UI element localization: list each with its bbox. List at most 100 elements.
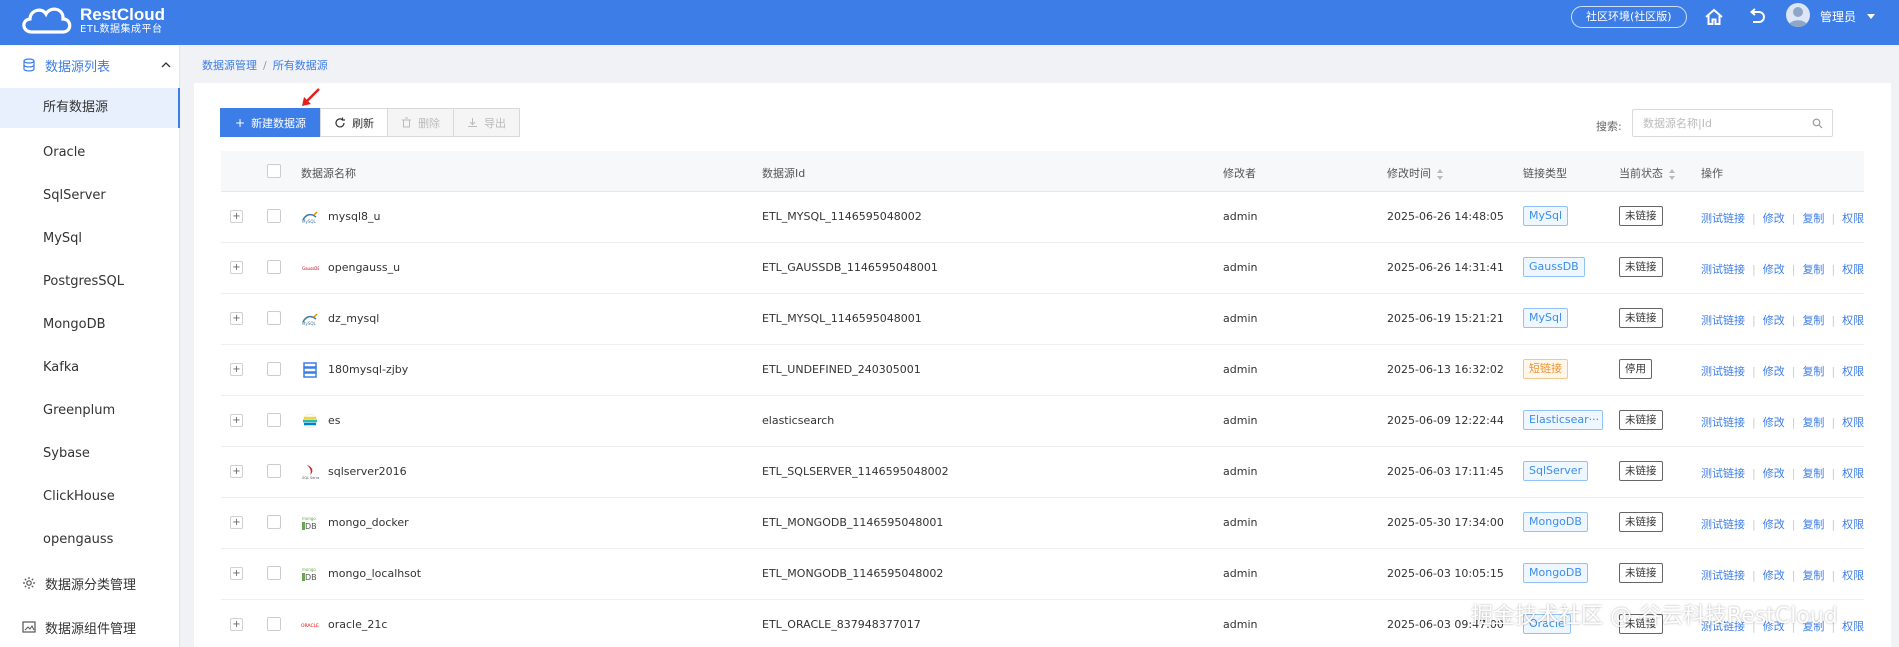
app-logo[interactable]: RestCloud ETL数据集成平台 [18,2,165,38]
permission-link[interactable]: 权限 [1842,365,1864,378]
datasource-name[interactable]: es [328,414,341,427]
edit-link[interactable]: 修改 [1763,314,1785,327]
test-connection-link[interactable]: 测试链接 [1701,518,1745,531]
delete-button[interactable]: 删除 [387,108,455,137]
permission-link[interactable]: 权限 [1842,416,1864,429]
breadcrumb-current[interactable]: 所有数据源 [273,59,328,72]
expand-row-button[interactable]: + [230,414,243,427]
row-checkbox[interactable] [267,617,281,631]
sidebar-item-sqlserver[interactable]: SqlServer [0,176,180,216]
expand-row-button[interactable]: + [230,312,243,325]
row-checkbox[interactable] [267,311,281,325]
table-row[interactable]: + mongo DB mongo_localhsot ETL_MONGODB_11465… [221,549,1864,600]
test-connection-link[interactable]: 测试链接 [1701,416,1745,429]
env-button[interactable]: 社区环境(社区版) [1571,6,1687,28]
test-connection-link[interactable]: 测试链接 [1701,212,1745,225]
expand-row-button[interactable]: + [230,465,243,478]
test-connection-link[interactable]: 测试链接 [1701,365,1745,378]
header-status-cell[interactable]: 当前状态 [1619,165,1676,181]
table-row[interactable]: + GaussDB opengauss_u ETL_GAUSSDB_114659504… [221,243,1864,294]
edit-link[interactable]: 修改 [1763,467,1785,480]
table-row[interactable]: + SQL Server sqlserver2016 ETL_SQLSERVER_11… [221,447,1864,498]
edit-link[interactable]: 修改 [1763,416,1785,429]
test-connection-link[interactable]: 测试链接 [1701,467,1745,480]
permission-link[interactable]: 权限 [1842,467,1864,480]
datasource-name[interactable]: sqlserver2016 [328,465,407,478]
expand-row-button[interactable]: + [230,363,243,376]
datasource-name[interactable]: dz_mysql [328,312,379,325]
sidebar-group-datasource-list[interactable]: 数据源列表 [0,45,180,85]
sort-icon[interactable] [1669,168,1676,180]
header-time-cell[interactable]: 修改时间 [1387,165,1444,181]
sort-icon[interactable] [1437,168,1444,180]
copy-link[interactable]: 复制 [1802,212,1824,225]
table-row[interactable]: + es elasticsearch admin 2025-06-09 12:22:44… [221,396,1864,447]
search-input[interactable] [1633,110,1803,136]
datasource-name[interactable]: mongo_localhsot [328,567,421,580]
expand-row-button[interactable]: + [230,567,243,580]
row-checkbox[interactable] [267,515,281,529]
sidebar-item-greenplum[interactable]: Greenplum [0,391,180,431]
sidebar-item-opengauss[interactable]: opengauss [0,520,180,560]
back-icon[interactable] [1745,6,1767,28]
copy-link[interactable]: 复制 [1802,569,1824,582]
sidebar-group-component[interactable]: 数据源组件管理 [0,607,180,647]
sidebar-item-postgres[interactable]: PostgresSQL [0,262,180,302]
edit-link[interactable]: 修改 [1763,365,1785,378]
copy-link[interactable]: 复制 [1802,314,1824,327]
sidebar-group-category[interactable]: 数据源分类管理 [0,563,180,603]
permission-link[interactable]: 权限 [1842,620,1864,633]
copy-link[interactable]: 复制 [1802,416,1824,429]
sidebar-item-all[interactable]: 所有数据源 [0,88,180,128]
table-row[interactable]: + MySQL mysql8_u ETL_MYSQL_1146595048002 adm… [221,192,1864,243]
permission-link[interactable]: 权限 [1842,263,1864,276]
table-row[interactable]: +180mysql-zjby ETL_UNDEFINED_240305001 adm… [221,345,1864,396]
user-name[interactable]: 管理员 [1820,8,1856,25]
row-checkbox[interactable] [267,464,281,478]
row-checkbox[interactable] [267,566,281,580]
datasource-name[interactable]: mysql8_u [328,210,380,223]
copy-link[interactable]: 复制 [1802,518,1824,531]
edit-link[interactable]: 修改 [1763,569,1785,582]
test-connection-link[interactable]: 测试链接 [1701,314,1745,327]
permission-link[interactable]: 权限 [1842,569,1864,582]
refresh-button[interactable]: 刷新 [320,108,389,137]
edit-link[interactable]: 修改 [1763,263,1785,276]
new-datasource-button[interactable]: + 新建数据源 [220,108,322,137]
table-row[interactable]: + mongo DB mongo_docker ETL_MONGODB_11465950… [221,498,1864,549]
copy-link[interactable]: 复制 [1802,263,1824,276]
edit-link[interactable]: 修改 [1763,212,1785,225]
row-checkbox[interactable] [267,209,281,223]
expand-row-button[interactable]: + [230,210,243,223]
row-checkbox[interactable] [267,413,281,427]
test-connection-link[interactable]: 测试链接 [1701,569,1745,582]
avatar[interactable] [1786,3,1810,27]
home-icon[interactable] [1703,6,1725,28]
search-icon[interactable] [1812,118,1823,129]
expand-row-button[interactable]: + [230,261,243,274]
permission-link[interactable]: 权限 [1842,212,1864,225]
copy-link[interactable]: 复制 [1802,365,1824,378]
export-button[interactable]: 导出 [453,108,521,137]
select-all-checkbox[interactable] [267,164,281,178]
chevron-down-icon[interactable] [1867,14,1875,19]
sidebar-item-mysql[interactable]: MySql [0,219,180,259]
datasource-name[interactable]: 180mysql-zjby [328,363,408,376]
table-row[interactable]: + MySQL dz_mysql ETL_MYSQL_1146595048001 adm… [221,294,1864,345]
breadcrumb-root[interactable]: 数据源管理 [202,59,257,72]
expand-row-button[interactable]: + [230,618,243,631]
sidebar-item-kafka[interactable]: Kafka [0,348,180,388]
sidebar-item-sybase[interactable]: Sybase [0,434,180,474]
permission-link[interactable]: 权限 [1842,518,1864,531]
sidebar-item-clickhouse[interactable]: ClickHouse [0,477,180,517]
row-checkbox[interactable] [267,362,281,376]
permission-link[interactable]: 权限 [1842,314,1864,327]
row-checkbox[interactable] [267,260,281,274]
test-connection-link[interactable]: 测试链接 [1701,263,1745,276]
datasource-name[interactable]: mongo_docker [328,516,409,529]
edit-link[interactable]: 修改 [1763,518,1785,531]
copy-link[interactable]: 复制 [1802,467,1824,480]
sidebar-item-mongodb[interactable]: MongoDB [0,305,180,345]
datasource-name[interactable]: oracle_21c [328,618,387,631]
chevron-up-icon[interactable] [160,59,172,71]
